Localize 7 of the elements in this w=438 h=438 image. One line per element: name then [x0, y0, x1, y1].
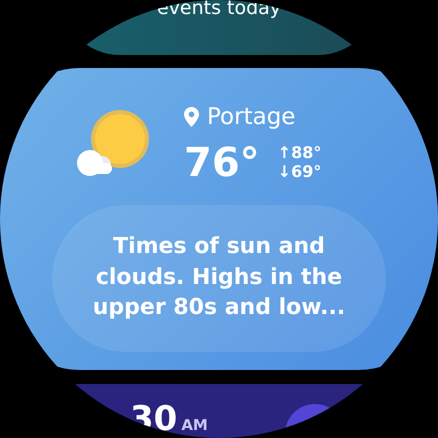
location-pin-icon: [184, 107, 199, 128]
alarm-period: AM: [181, 415, 208, 436]
high-temperature: ↑88°: [278, 144, 322, 162]
low-temperature: ↓69°: [278, 162, 322, 181]
location-name: Portage: [207, 103, 296, 132]
forecast-summary: Times of sun and clouds. Highs in the upper 80s and low...: [92, 232, 346, 322]
current-temperature: 76°: [184, 142, 260, 182]
